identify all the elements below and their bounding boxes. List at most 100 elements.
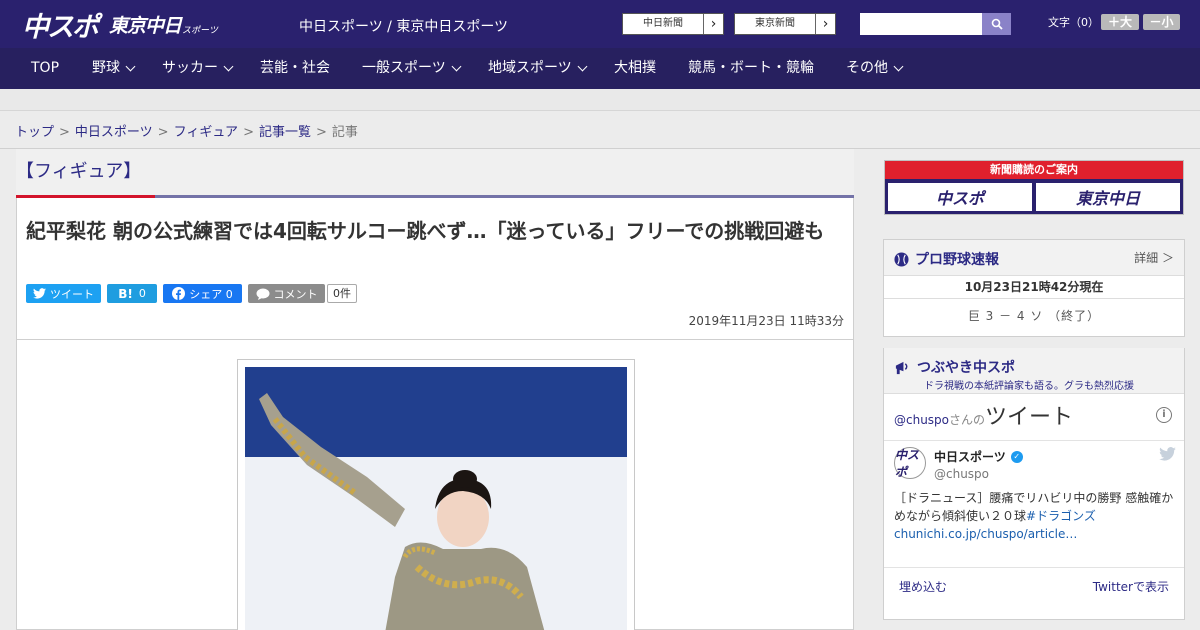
twitter-embed: @chuspo さんの ツイート i 中スポ 中日スポーツ ✓ @chuspo … <box>884 394 1184 620</box>
subscription-banner[interactable]: 新聞購読のご案内 中スポ 東京中日 <box>884 160 1184 215</box>
facebook-label: シェア 0 <box>189 287 233 301</box>
logo-chuspo[interactable]: 中スポ <box>22 5 99 44</box>
info-icon[interactable]: i <box>1156 407 1172 423</box>
chevron-down-icon <box>451 61 462 72</box>
breadcrumb-chunichi-sports[interactable]: 中日スポーツ <box>75 125 153 140</box>
paper-link-label: 中日新聞 <box>643 18 683 29</box>
nav-item-other[interactable]: その他 <box>846 48 904 89</box>
verified-badge-icon: ✓ <box>1010 450 1023 463</box>
tweets-panel-title: つぶやき中スポ <box>894 357 1015 377</box>
search-button[interactable] <box>982 13 1011 35</box>
nav-label: 野球 <box>92 60 120 76</box>
share-buttons: ツイート B! 0 シェア 0 コメント 0件 <box>26 284 357 303</box>
tokyo-chunichi-subscribe-logo[interactable]: 東京中日 <box>1036 183 1180 211</box>
twitter-icon <box>33 288 46 299</box>
twitter-san: さんの <box>949 413 986 427</box>
breadcrumb-current: 記事 <box>331 125 358 140</box>
twitter-embed-footer: 埋め込む Twitterで表示 <box>884 567 1184 603</box>
baseball-icon <box>894 251 909 267</box>
nav-label: 大相撲 <box>614 60 656 76</box>
nav-item-entertainment[interactable]: 芸能・社会 <box>260 48 330 89</box>
twitter-handle[interactable]: @chuspo <box>894 413 949 427</box>
paper-link-label: 東京新聞 <box>755 18 795 29</box>
breadcrumb-separator: > <box>157 125 169 140</box>
tweet-link[interactable]: chunichi.co.jp/chuspo/article… <box>894 527 1077 541</box>
nav-label: 地域スポーツ <box>488 60 572 76</box>
font-bigger-button[interactable]: ＋大 <box>1101 14 1139 30</box>
article-body <box>16 340 854 630</box>
article-date: 2019年11月23日 11時33分 <box>688 314 844 328</box>
logo-tokyo-chunichi[interactable]: 東京中日 <box>109 11 182 38</box>
nav-item-general-sports[interactable]: 一般スポーツ <box>362 48 462 89</box>
subscription-logos: 中スポ 東京中日 <box>885 179 1183 215</box>
nav-item-sumo[interactable]: 大相撲 <box>614 48 656 89</box>
nav-label: 競馬・ボート・競輪 <box>688 60 814 76</box>
font-size-label: 文字（0） <box>1048 16 1099 29</box>
comment-button[interactable]: コメント <box>248 284 325 303</box>
tweets-subtitle: ドラ視戦の本紙評論家も語る。グラも熱烈応援 <box>924 381 1134 392</box>
embed-divider <box>884 440 1184 441</box>
score-line[interactable]: 巨 3 － 4 ソ （終了） <box>884 299 1184 335</box>
tweets-panel-header: つぶやき中スポ ドラ視戦の本紙評論家も語る。グラも熱烈応援 <box>884 348 1184 394</box>
nav-item-baseball[interactable]: 野球 <box>92 48 136 89</box>
font-smaller-button[interactable]: －小 <box>1143 14 1180 30</box>
tokyo-shimbun-link[interactable]: 東京新聞 › <box>734 13 836 35</box>
chevron-right-icon: › <box>703 14 723 34</box>
tweet-hashtag[interactable]: #ドラゴンズ <box>1026 509 1096 523</box>
comment-icon <box>256 288 269 300</box>
breadcrumb-article-list[interactable]: 記事一覧 <box>259 125 311 140</box>
nav-label: 芸能・社会 <box>260 60 330 76</box>
twitter-bird-icon[interactable] <box>1159 447 1176 461</box>
site-title[interactable]: 中日スポーツ / 東京中日スポーツ <box>299 16 508 36</box>
baseball-details-link[interactable]: 詳細 ＞ <box>1134 249 1174 266</box>
nav-item-local-sports[interactable]: 地域スポーツ <box>488 48 588 89</box>
chevron-down-icon <box>223 61 234 72</box>
nav-item-racing[interactable]: 競馬・ボート・競輪 <box>688 48 814 89</box>
comment-label: コメント <box>273 287 318 301</box>
baseball-scores-panel: プロ野球速報 詳細 ＞ 10月23日21時42分現在 巨 3 － 4 ソ （終了… <box>883 239 1185 337</box>
facebook-share-button[interactable]: シェア 0 <box>163 284 242 303</box>
breadcrumb-top[interactable]: トップ <box>15 125 54 140</box>
baseball-panel-title: プロ野球速報 <box>894 249 999 269</box>
tweet-text: ［ドラニュース］腰痛でリハビリ中の勝野 感触確かめながら傾斜使い２０球#ドラゴン… <box>894 489 1176 543</box>
hatena-icon: B! <box>118 286 133 301</box>
breadcrumb-separator: > <box>315 125 327 140</box>
breadcrumb-separator: > <box>243 125 254 140</box>
article-photo-frame <box>237 359 635 630</box>
account-handle[interactable]: @chuspo <box>934 467 989 481</box>
logo-tokyo-sub: スポーツ <box>182 25 218 36</box>
breadcrumb-figure[interactable]: フィギュア <box>174 125 238 140</box>
site-logo[interactable]: 中スポ 東京中日 スポーツ <box>22 5 218 44</box>
sub-nav-bar <box>0 89 1200 111</box>
tweets-panel: つぶやき中スポ ドラ視戦の本紙評論家も語る。グラも熱烈応援 @chuspo さん… <box>883 348 1185 620</box>
article-category: 【フィギュア】 <box>16 161 142 182</box>
chevron-right-icon: › <box>815 14 835 34</box>
subscription-title: 新聞購読のご案内 <box>885 161 1183 179</box>
search-icon <box>991 18 1003 30</box>
tweet-button[interactable]: ツイート <box>26 284 101 303</box>
nav-label: その他 <box>846 60 888 76</box>
view-on-twitter-link[interactable]: Twitterで表示 <box>1093 578 1169 595</box>
baseball-title-text: プロ野球速報 <box>915 252 999 268</box>
breadcrumb-separator: > <box>59 125 70 140</box>
nav-item-top[interactable]: TOP <box>31 48 59 89</box>
comment-count[interactable]: 0件 <box>327 284 357 303</box>
nav-item-soccer[interactable]: サッカー <box>162 48 234 89</box>
hatena-bookmark-button[interactable]: B! 0 <box>107 284 157 303</box>
tweets-title-text: つぶやき中スポ <box>917 360 1015 376</box>
nav-label: 一般スポーツ <box>362 60 446 76</box>
avatar[interactable]: 中スポ <box>894 447 926 479</box>
twitter-tweets-heading: ツイート <box>985 405 1074 430</box>
article-photo[interactable] <box>245 367 627 630</box>
chuspo-subscribe-logo[interactable]: 中スポ <box>888 183 1032 211</box>
nav-label: サッカー <box>162 60 218 76</box>
search-input[interactable] <box>860 13 982 35</box>
account-name-text: 中日スポーツ <box>934 450 1006 464</box>
chevron-down-icon <box>125 61 136 72</box>
chunichi-shimbun-link[interactable]: 中日新聞 › <box>622 13 724 35</box>
score-updated-time: 10月23日21時42分現在 <box>884 276 1184 299</box>
chevron-down-icon <box>893 61 904 72</box>
tweet-label: ツイート <box>50 287 94 301</box>
embed-link[interactable]: 埋め込む <box>899 578 947 595</box>
account-name[interactable]: 中日スポーツ ✓ <box>934 448 1023 465</box>
